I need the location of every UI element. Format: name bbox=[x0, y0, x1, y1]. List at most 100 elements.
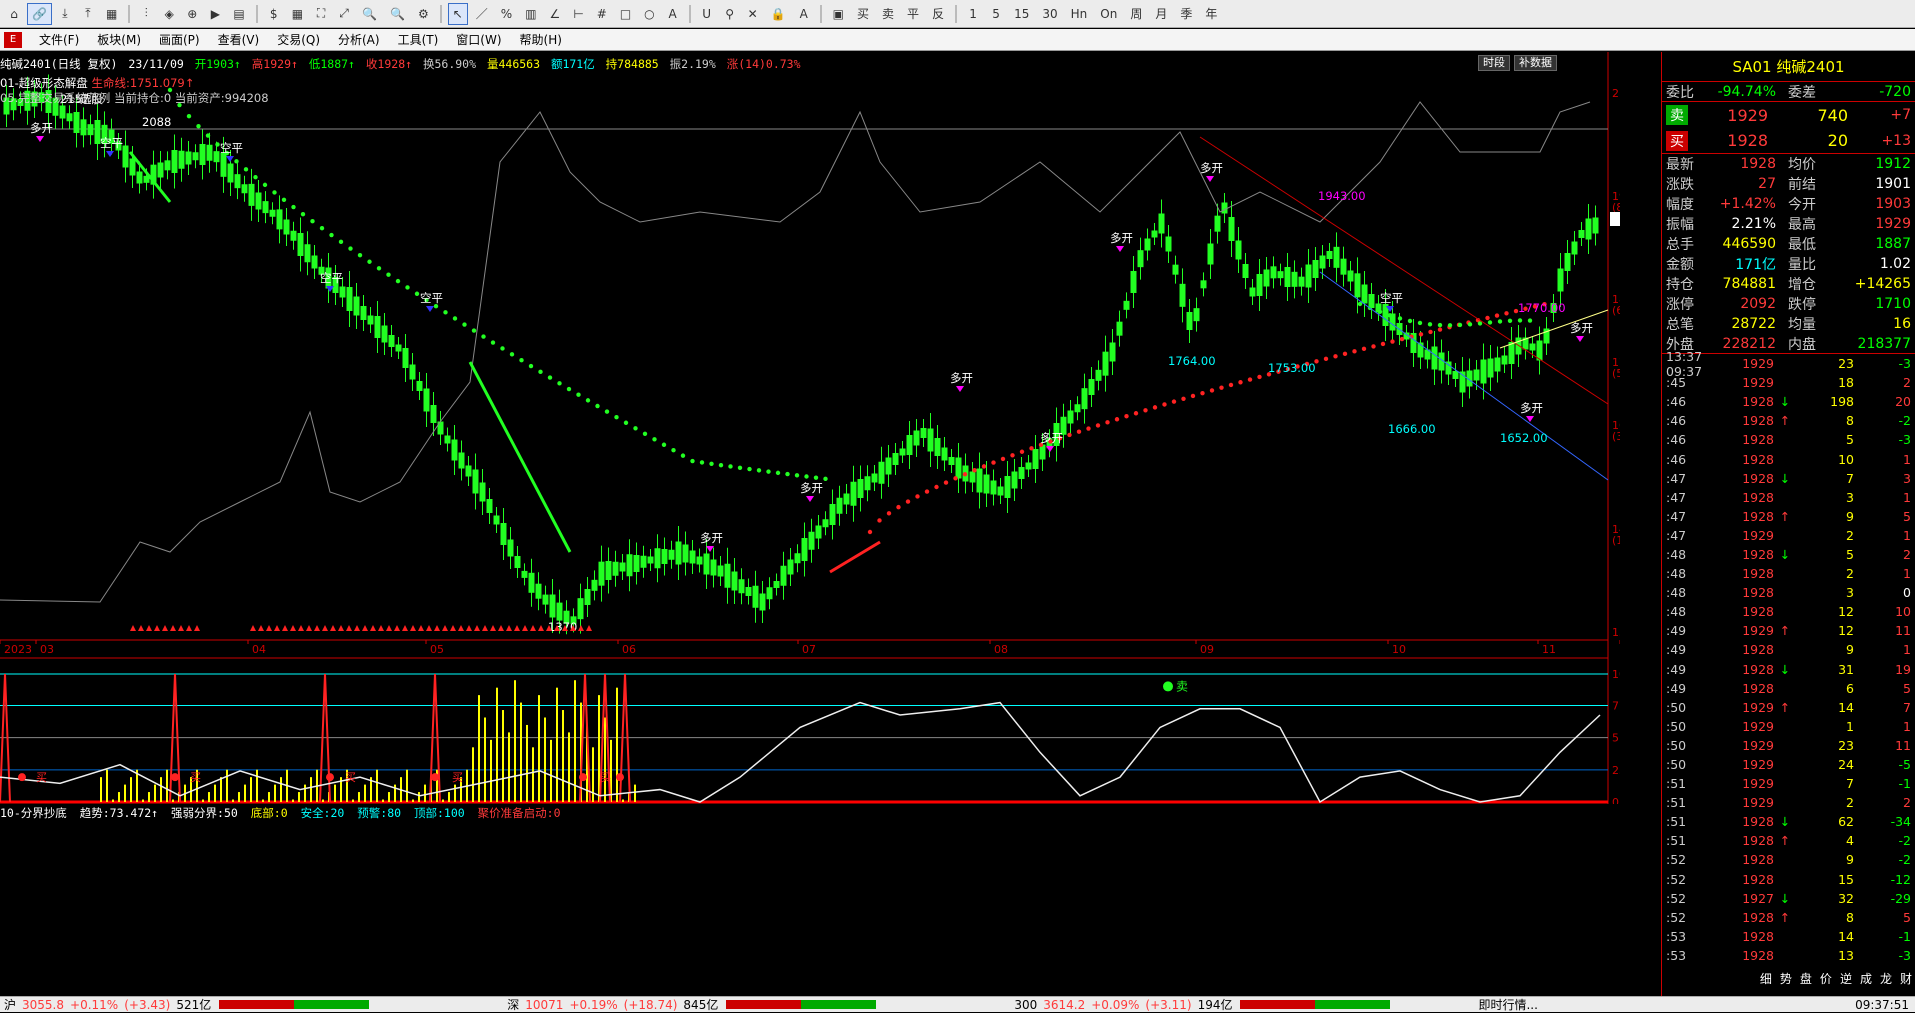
trend-line-red bbox=[1199, 136, 1609, 405]
panel-tab-4[interactable]: 逆 bbox=[1837, 970, 1855, 988]
tick-delta: -2 bbox=[1898, 852, 1911, 868]
toolbar-button-21[interactable]: ∠ bbox=[545, 3, 566, 25]
tick-volume: 2 bbox=[1846, 566, 1854, 582]
toolbar-button-2[interactable]: ⤓ bbox=[55, 3, 75, 25]
toolbar-button-25[interactable]: ○ bbox=[639, 3, 659, 25]
toolbar-button-10[interactable]: $ bbox=[264, 3, 284, 25]
panel-tab-7[interactable]: 财 bbox=[1897, 970, 1915, 988]
candle-body bbox=[794, 553, 801, 564]
toolbar-button-35[interactable]: 平 bbox=[902, 3, 924, 25]
toolbar-button-5[interactable]: ⫶ bbox=[136, 3, 156, 25]
toolbar-button-27[interactable]: U bbox=[697, 3, 717, 25]
candle-body bbox=[535, 583, 542, 599]
ask-row[interactable]: 卖 1929 740 +7 bbox=[1662, 102, 1915, 128]
panel-tab-3[interactable]: 价 bbox=[1817, 970, 1835, 988]
toolbar-button-4[interactable]: ▦ bbox=[101, 3, 122, 25]
toolbar-button-6[interactable]: ◈ bbox=[159, 3, 179, 25]
toolbar-button-23[interactable]: # bbox=[592, 3, 612, 25]
period-button-8[interactable]: 季 bbox=[1175, 3, 1197, 25]
bid-row[interactable]: 买 1928 20 +13 bbox=[1662, 128, 1915, 154]
toolbar-button-33[interactable]: 买 bbox=[852, 3, 874, 25]
toolbar-button-18[interactable]: ／ bbox=[471, 3, 493, 25]
period-button-9[interactable]: 年 bbox=[1200, 3, 1222, 25]
period-button-0[interactable]: 1 bbox=[963, 3, 983, 25]
toolbar-button-1[interactable]: 🔗 bbox=[27, 2, 52, 25]
toolbar-button-19[interactable]: % bbox=[496, 3, 517, 25]
toolbar-button-13[interactable]: ⤢ bbox=[334, 3, 354, 25]
period-button-5[interactable]: On bbox=[1095, 3, 1122, 25]
menu-item-6[interactable]: 工具(T) bbox=[389, 31, 448, 48]
candle-body bbox=[143, 175, 150, 183]
candle-body bbox=[458, 452, 465, 469]
sz-amount: 845亿 bbox=[683, 998, 719, 1012]
toolbar-button-32[interactable]: ▣ bbox=[828, 3, 849, 25]
toolbar-button-8[interactable]: ▶ bbox=[205, 3, 225, 25]
sar-dot-red bbox=[1333, 354, 1338, 359]
period-button-3[interactable]: 30 bbox=[1037, 3, 1062, 25]
toolbar-button-12[interactable]: ⛶ bbox=[311, 3, 331, 25]
candle-body bbox=[738, 579, 745, 594]
menu-item-3[interactable]: 查看(V) bbox=[209, 31, 269, 48]
indicator-bar bbox=[508, 732, 510, 802]
tick-volume: 18 bbox=[1838, 375, 1854, 391]
period-button-4[interactable]: Hn bbox=[1066, 3, 1093, 25]
toolbar-button-16[interactable]: ⚙ bbox=[413, 3, 434, 25]
toolbar-button-22[interactable]: ⊢ bbox=[568, 3, 588, 25]
tick-time: :51 bbox=[1666, 833, 1687, 849]
kline-chart-canvas[interactable]: 21571978(80.9%)1814(61.8%)1719(50%)1630(… bbox=[0, 52, 1660, 809]
toolbar-button-28[interactable]: ⚲ bbox=[720, 3, 740, 25]
panel-tab-6[interactable]: 龙 bbox=[1877, 970, 1895, 988]
period-button-1[interactable]: 5 bbox=[986, 3, 1006, 25]
menu-item-0[interactable]: 文件(F) bbox=[30, 31, 88, 48]
panel-tab-2[interactable]: 盘 bbox=[1797, 970, 1815, 988]
toolbar-button-30[interactable]: 🔒 bbox=[766, 3, 791, 25]
toolbar-button-7[interactable]: ⊕ bbox=[182, 3, 202, 25]
toolbar-button-26[interactable]: A bbox=[663, 3, 683, 25]
period-button-6[interactable]: 周 bbox=[1125, 3, 1147, 25]
toolbar-button-36[interactable]: 反 bbox=[927, 3, 949, 25]
toolbar-button-29[interactable]: ✕ bbox=[743, 3, 763, 25]
quote-title[interactable]: SA01 纯碱2401 bbox=[1662, 52, 1915, 82]
menu-item-2[interactable]: 画面(P) bbox=[150, 31, 209, 48]
menu-item-7[interactable]: 窗口(W) bbox=[447, 31, 510, 48]
indicator-title[interactable]: 10-分界抄底 bbox=[0, 806, 67, 820]
indicator-y-tick: 51.8 bbox=[1612, 732, 1620, 745]
tick-delta: 10 bbox=[1895, 604, 1911, 620]
tick-delta: 20 bbox=[1895, 394, 1911, 410]
period-button-7[interactable]: 月 bbox=[1150, 3, 1172, 25]
sar-dot-green bbox=[595, 403, 600, 409]
panel-tab-0[interactable]: 细 bbox=[1757, 970, 1775, 988]
toolbar-button-24[interactable]: □ bbox=[615, 3, 636, 25]
panel-tab-1[interactable]: 势 bbox=[1777, 970, 1795, 988]
menu-item-4[interactable]: 交易(Q) bbox=[268, 31, 329, 48]
toolbar-button-14[interactable]: 🔍 bbox=[357, 3, 382, 25]
sar-dot-red bbox=[1323, 356, 1329, 362]
candle-body bbox=[899, 448, 906, 456]
toolbar-button-0[interactable]: ⌂ bbox=[4, 3, 24, 25]
chart-button-1[interactable]: 补数据 bbox=[1514, 55, 1557, 71]
toolbar-button-17[interactable]: ↖ bbox=[447, 2, 468, 25]
bottom-signal-triangle bbox=[274, 625, 280, 631]
menu-item-5[interactable]: 分析(A) bbox=[329, 31, 389, 48]
stat-label-2: 量比 bbox=[1788, 257, 1816, 273]
bottom-signal-triangle bbox=[498, 625, 504, 631]
kline-chart[interactable]: 21571978(80.9%)1814(61.8%)1719(50%)1630(… bbox=[0, 52, 1660, 809]
toolbar-button-31[interactable]: A bbox=[794, 3, 814, 25]
stat-value-2: 16 bbox=[1893, 316, 1911, 332]
toolbar-button-9[interactable]: ▤ bbox=[228, 3, 249, 25]
toolbar-button-20[interactable]: ▥ bbox=[520, 3, 541, 25]
toolbar-button-3[interactable]: ⤒ bbox=[78, 3, 98, 25]
toolbar-button-15[interactable]: 🔍 bbox=[385, 3, 410, 25]
chart-button-0[interactable]: 时段 bbox=[1478, 55, 1510, 71]
tick-list[interactable]: 13:37 09:37 1929 23 -3:45 1929 18 2:46 1928 ↓ 198… bbox=[1662, 349, 1915, 965]
menu-item-1[interactable]: 板块(M) bbox=[88, 31, 150, 48]
period-button-2[interactable]: 15 bbox=[1009, 3, 1034, 25]
toolbar-button-11[interactable]: ▦ bbox=[287, 3, 308, 25]
sar-dot-green bbox=[481, 334, 486, 339]
bottom-signal-triangle bbox=[250, 625, 256, 631]
toolbar-button-34[interactable]: 卖 bbox=[877, 3, 899, 25]
panel-tab-5[interactable]: 成 bbox=[1857, 970, 1875, 988]
live-quote-link[interactable]: 即时行情... bbox=[1478, 996, 1537, 1013]
menu-item-8[interactable]: 帮助(H) bbox=[511, 31, 571, 48]
stat-label: 最新 bbox=[1666, 157, 1694, 173]
